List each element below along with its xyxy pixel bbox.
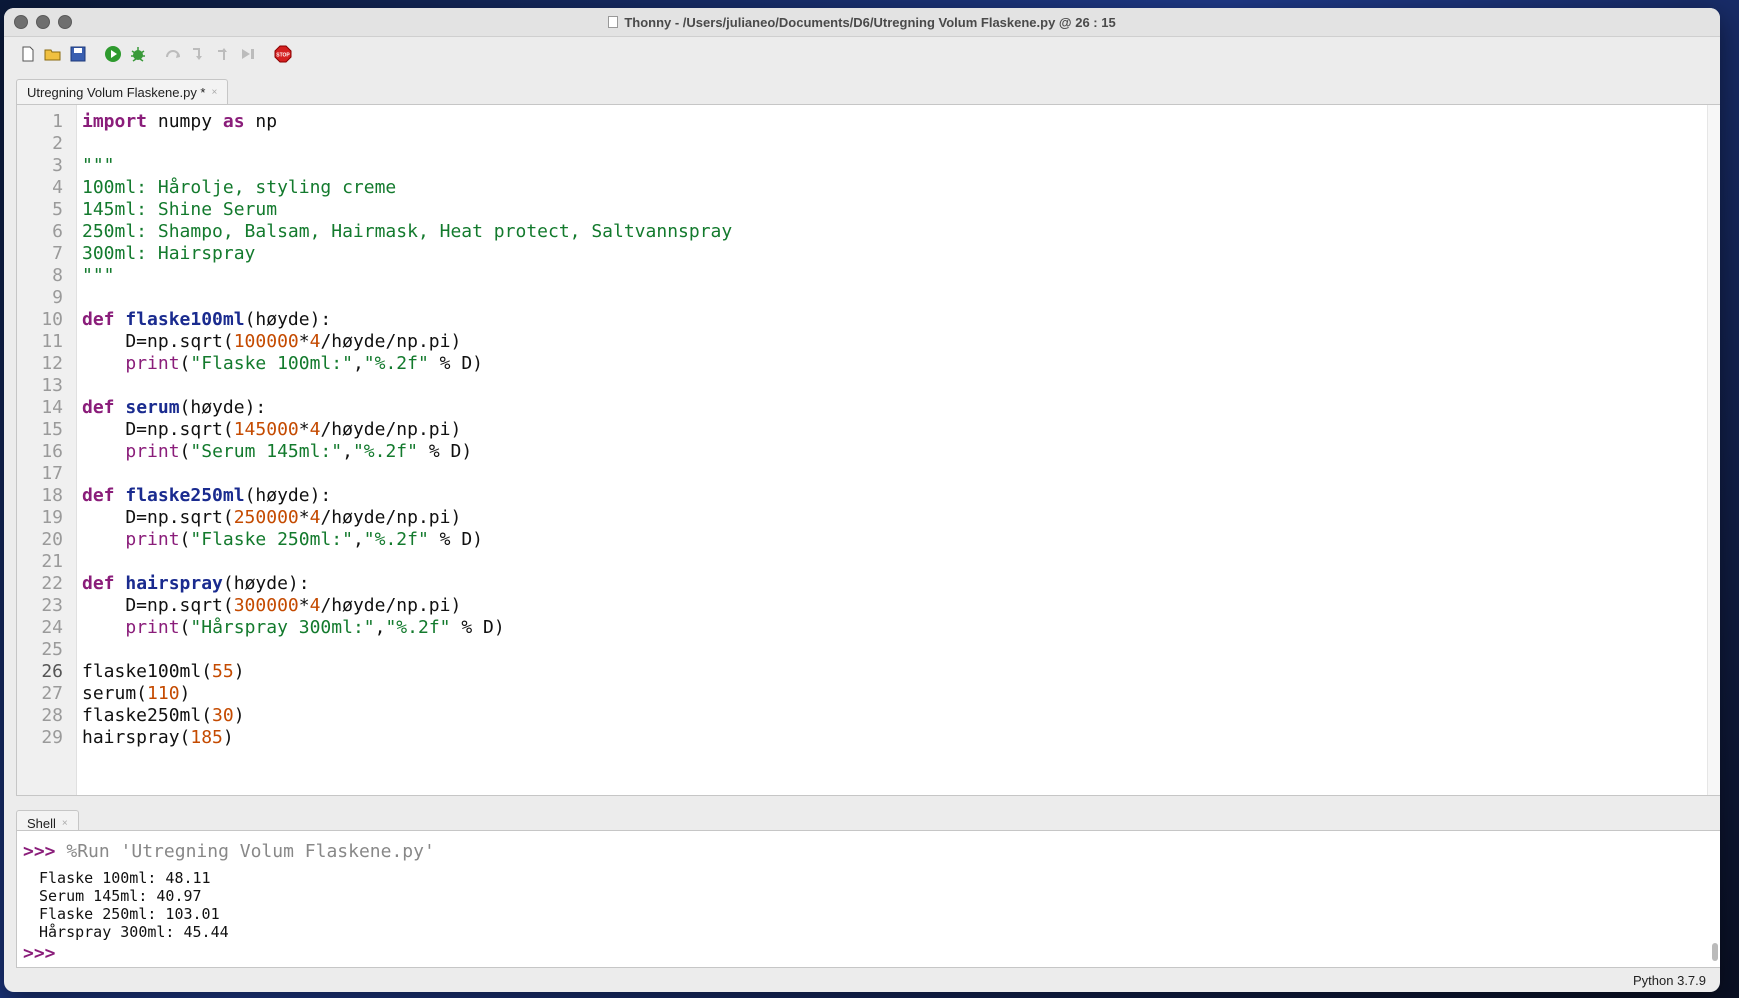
svg-text:STOP: STOP (276, 53, 290, 59)
line-number: 26 (41, 661, 63, 682)
shell-output-line: Flaske 250ml: 103.01 (39, 905, 220, 923)
line-number: 20 (41, 529, 63, 550)
document-icon (608, 15, 619, 28)
title-bar: Thonny - /Users/julianeo/Documents/D6/Ut… (4, 8, 1720, 37)
code-line: 300ml: Hairspray (82, 243, 256, 264)
line-number: 12 (41, 353, 63, 374)
close-tab-icon[interactable]: × (211, 87, 217, 98)
shell-output-line: Hårspray 300ml: 45.44 (39, 923, 229, 941)
code-line: print("Serum 145ml:","%.2f" % D) (125, 441, 473, 462)
save-icon[interactable] (68, 45, 87, 64)
code-line: def serum(høyde): (82, 397, 267, 418)
line-number: 28 (41, 705, 63, 726)
line-number: 7 (52, 243, 63, 264)
line-number: 4 (52, 177, 63, 198)
shell-run-command: %Run 'Utregning Volum Flaskene.py' (66, 841, 435, 862)
step-out-icon[interactable] (213, 45, 232, 64)
line-number: 16 (41, 441, 63, 462)
line-number: 27 (41, 683, 63, 704)
editor-tab-label: Utregning Volum Flaskene.py * (27, 84, 206, 100)
editor-tab[interactable]: Utregning Volum Flaskene.py * × (16, 79, 229, 104)
code-line: 250ml: Shampo, Balsam, Hairmask, Heat pr… (82, 221, 733, 242)
line-number: 15 (41, 419, 63, 440)
line-number: 5 (52, 199, 63, 220)
window-title: Thonny - /Users/julianeo/Documents/D6/Ut… (624, 14, 1116, 30)
line-number: 11 (41, 331, 63, 352)
code-line: import numpy as np (82, 111, 278, 132)
shell-panel[interactable]: >>> %Run 'Utregning Volum Flaskene.py' F… (16, 830, 1720, 968)
line-number: 13 (41, 375, 63, 396)
code-line: D=np.sqrt(145000*4/høyde/np.pi) (82, 419, 462, 440)
code-line: flaske100ml(55) (82, 661, 245, 682)
code-line: print("Flaske 100ml:","%.2f" % D) (125, 353, 484, 374)
line-number: 3 (52, 155, 63, 176)
shell-input-line[interactable]: >>> (23, 943, 56, 964)
line-number: 25 (41, 639, 63, 660)
shell-output-line: Flaske 100ml: 48.11 (39, 869, 211, 887)
line-number: 29 (41, 727, 63, 748)
shell-scrollbar[interactable] (1712, 943, 1718, 961)
shell-run-line: >>> %Run 'Utregning Volum Flaskene.py' (23, 841, 435, 862)
code-line: """ (82, 265, 115, 286)
code-line: def flaske100ml(høyde): (82, 309, 332, 330)
run-icon[interactable] (103, 45, 122, 64)
open-file-icon[interactable] (43, 45, 62, 64)
code-line: def flaske250ml(høyde): (82, 485, 332, 506)
toolbar: STOP (4, 37, 1720, 71)
window-title-wrap: Thonny - /Users/julianeo/Documents/D6/Ut… (4, 15, 1720, 30)
shell-tab-label: Shell (27, 815, 56, 831)
code-line: flaske250ml(30) (82, 705, 245, 726)
stop-icon[interactable]: STOP (273, 45, 292, 64)
status-bar: Python 3.7.9 (4, 968, 1720, 992)
code-editor[interactable]: 1 2 3 4 5 6 7 8 9 10 11 12 13 14 15 16 17 18 19 20 21 22 23 24 2… (16, 104, 1720, 796)
code-line: D=np.sqrt(250000*4/høyde/np.pi) (82, 507, 462, 528)
line-number: 19 (41, 507, 63, 528)
line-number: 9 (52, 287, 63, 308)
code-line: D=np.sqrt(300000*4/høyde/np.pi) (82, 595, 462, 616)
line-number: 22 (41, 573, 63, 594)
debug-icon[interactable] (128, 45, 147, 64)
code-line: print("Flaske 250ml:","%.2f" % D) (125, 529, 484, 550)
line-number: 23 (41, 595, 63, 616)
line-number: 2 (52, 133, 63, 154)
resume-icon[interactable] (238, 45, 257, 64)
line-number: 6 (52, 221, 63, 242)
line-number: 18 (41, 485, 63, 506)
code-line: hairspray(185) (82, 727, 234, 748)
line-number: 1 (52, 111, 63, 132)
step-into-icon[interactable] (188, 45, 207, 64)
shell-output: Flaske 100ml: 48.11 Serum 145ml: 40.97 F… (39, 869, 229, 941)
line-number: 21 (41, 551, 63, 572)
shell-output-line: Serum 145ml: 40.97 (39, 887, 202, 905)
step-over-icon[interactable] (163, 45, 182, 64)
python-version[interactable]: Python 3.7.9 (1633, 973, 1706, 988)
line-number: 24 (41, 617, 63, 638)
code-line: def hairspray(høyde): (82, 573, 310, 594)
line-number-gutter: 1 2 3 4 5 6 7 8 9 10 11 12 13 14 15 16 17 18 19 20 21 22 23 24 2… (17, 105, 77, 795)
code-line: D=np.sqrt(100000*4/høyde/np.pi) (82, 331, 462, 352)
thonny-window: Thonny - /Users/julianeo/Documents/D6/Ut… (4, 8, 1720, 992)
shell-prompt: >>> (23, 943, 56, 964)
shell-prompt: >>> (23, 841, 56, 862)
new-file-icon[interactable] (18, 45, 37, 64)
code-line: 100ml: Hårolje, styling creme (82, 177, 397, 198)
code-line: """ (82, 155, 115, 176)
code-line: print("Hårspray 300ml:","%.2f" % D) (125, 617, 505, 638)
editor-scrollbar[interactable] (1707, 105, 1720, 795)
editor-tab-bar: Utregning Volum Flaskene.py * × (4, 71, 1720, 104)
line-number: 14 (41, 397, 63, 418)
code-line: 145ml: Shine Serum (82, 199, 278, 220)
code-line: serum(110) (82, 683, 191, 704)
close-shell-tab-icon[interactable]: × (62, 818, 68, 829)
line-number: 17 (41, 463, 63, 484)
line-number: 10 (41, 309, 63, 330)
code-area[interactable]: import numpy as np """ 100ml: Hårolje, s… (77, 105, 1720, 795)
line-number: 8 (52, 265, 63, 286)
